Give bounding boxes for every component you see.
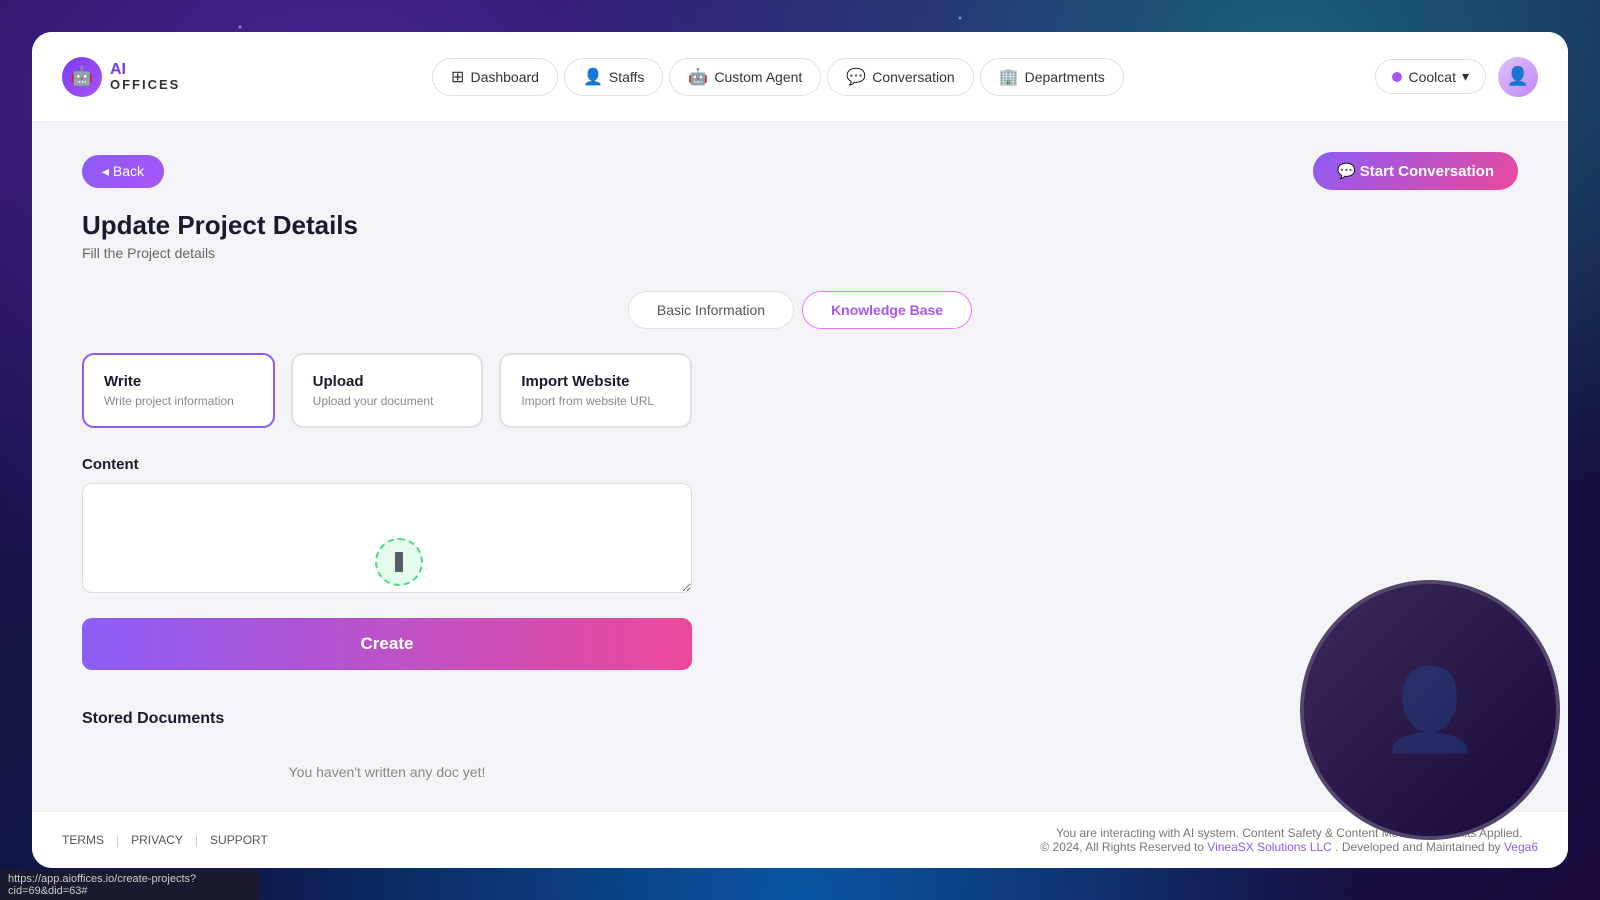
navbar: 🤖 AI OFFICES ⊞ Dashboard 👤 Staffs 🤖 Cust… bbox=[32, 32, 1568, 122]
logo-icon: 🤖 bbox=[62, 57, 102, 97]
content-textarea[interactable] bbox=[82, 483, 692, 593]
footer-links: TERMS | PRIVACY | SUPPORT bbox=[62, 833, 268, 847]
video-overlay: 👤 bbox=[1300, 580, 1560, 840]
tabs-row: Basic Information Knowledge Base bbox=[82, 291, 1518, 329]
logo-ai: AI bbox=[110, 62, 180, 78]
nav-item-dashboard[interactable]: ⊞ Dashboard bbox=[432, 58, 558, 96]
footer-terms[interactable]: TERMS bbox=[62, 833, 104, 847]
user-menu-button[interactable]: Coolcat ▾ bbox=[1375, 59, 1486, 94]
video-person: 👤 bbox=[1304, 584, 1556, 836]
footer-sep-2: | bbox=[195, 833, 198, 847]
nav-links: ⊞ Dashboard 👤 Staffs 🤖 Custom Agent 💬 Co… bbox=[432, 58, 1124, 96]
footer-sep-1: | bbox=[116, 833, 119, 847]
nav-label-conversation: Conversation bbox=[872, 69, 955, 85]
tab-knowledge-base[interactable]: Knowledge Base bbox=[802, 291, 972, 329]
no-documents-message: You haven't written any doc yet! bbox=[82, 744, 692, 800]
textarea-wrapper bbox=[82, 483, 692, 598]
footer-vega-link[interactable]: Vega6 bbox=[1504, 840, 1538, 854]
footer-privacy[interactable]: PRIVACY bbox=[131, 833, 183, 847]
upload-card-title: Upload bbox=[313, 373, 462, 390]
nav-label-staffs: Staffs bbox=[609, 69, 645, 85]
footer-company-link[interactable]: VineaSX Solutions LLC bbox=[1207, 840, 1332, 854]
user-name: Coolcat bbox=[1408, 69, 1455, 85]
status-bar: https://app.aioffices.io/create-projects… bbox=[0, 870, 260, 900]
nav-item-staffs[interactable]: 👤 Staffs bbox=[564, 58, 663, 96]
write-card-subtitle: Write project information bbox=[104, 394, 253, 408]
import-card-title: Import Website bbox=[521, 373, 670, 390]
custom-agent-icon: 🤖 bbox=[688, 67, 708, 87]
nav-right: Coolcat ▾ 👤 bbox=[1375, 57, 1538, 97]
user-status-indicator bbox=[1392, 72, 1402, 82]
footer: TERMS | PRIVACY | SUPPORT You are intera… bbox=[32, 811, 1568, 868]
departments-icon: 🏢 bbox=[999, 67, 1019, 87]
tab-basic-information[interactable]: Basic Information bbox=[628, 291, 794, 329]
create-button[interactable]: Create bbox=[82, 618, 692, 670]
dashboard-icon: ⊞ bbox=[451, 67, 464, 87]
top-actions: ◂ Back 💬 Start Conversation bbox=[82, 152, 1518, 190]
nav-item-departments[interactable]: 🏢 Departments bbox=[980, 58, 1124, 96]
option-card-upload[interactable]: Upload Upload your document bbox=[291, 353, 484, 428]
footer-line-2: © 2024, All Rights Reserved to VineaSX S… bbox=[1040, 840, 1538, 854]
avatar-icon: 👤 bbox=[1507, 66, 1529, 87]
page-title: Update Project Details bbox=[82, 210, 1518, 241]
option-card-import[interactable]: Import Website Import from website URL bbox=[499, 353, 692, 428]
nav-label-custom-agent: Custom Agent bbox=[714, 69, 802, 85]
status-url: https://app.aioffices.io/create-projects… bbox=[8, 873, 196, 897]
upload-card-subtitle: Upload your document bbox=[313, 394, 462, 408]
footer-support[interactable]: SUPPORT bbox=[210, 833, 268, 847]
option-card-write[interactable]: Write Write project information bbox=[82, 353, 275, 428]
staffs-icon: 👤 bbox=[583, 67, 603, 87]
avatar[interactable]: 👤 bbox=[1498, 57, 1538, 97]
write-card-title: Write bbox=[104, 373, 253, 390]
page-subtitle: Fill the Project details bbox=[82, 245, 1518, 261]
logo: 🤖 AI OFFICES bbox=[62, 57, 180, 97]
nav-label-departments: Departments bbox=[1025, 69, 1105, 85]
nav-item-conversation[interactable]: 💬 Conversation bbox=[827, 58, 973, 96]
import-card-subtitle: Import from website URL bbox=[521, 394, 670, 408]
logo-offices: OFFICES bbox=[110, 78, 180, 91]
content-label: Content bbox=[82, 456, 1518, 473]
nav-item-custom-agent[interactable]: 🤖 Custom Agent bbox=[669, 58, 821, 96]
nav-label-dashboard: Dashboard bbox=[470, 69, 539, 85]
logo-text: AI OFFICES bbox=[110, 62, 180, 91]
dropdown-arrow-icon: ▾ bbox=[1462, 68, 1469, 85]
start-conversation-button[interactable]: 💬 Start Conversation bbox=[1313, 152, 1518, 190]
option-cards: Write Write project information Upload U… bbox=[82, 353, 692, 428]
conversation-icon: 💬 bbox=[846, 67, 866, 87]
back-button[interactable]: ◂ Back bbox=[82, 155, 164, 188]
